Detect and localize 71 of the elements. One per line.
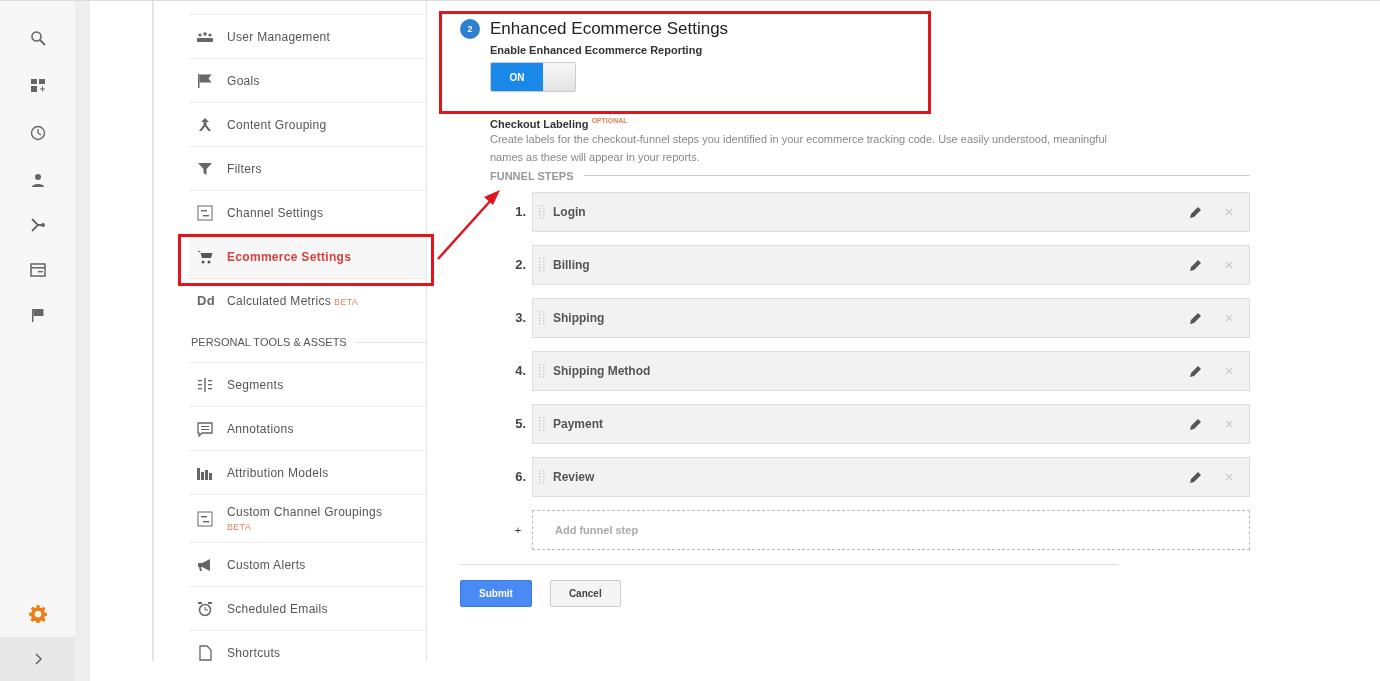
settings-icon[interactable] [28,605,47,623]
nav-item[interactable]: Channel Settings [189,190,426,234]
step-number: 2 [460,19,480,39]
pencil-icon[interactable] [1189,257,1203,272]
nav-item[interactable]: Custom Channel Groupings BETA [189,494,426,542]
flag-icon[interactable] [29,307,46,323]
dashboard-add-icon[interactable] [29,78,46,94]
cart-icon [197,248,213,265]
section-title: Enhanced Ecommerce Settings [490,19,729,39]
step-index: 6. [514,469,526,485]
nav-item[interactable]: Segments [189,362,426,406]
nav-item[interactable]: Scheduled Emails [189,586,426,630]
comment-icon [197,420,213,437]
nav-item[interactable]: Shortcuts [189,630,426,674]
nav-item[interactable]: Goals [189,58,426,102]
nav-item[interactable]: Annotations [189,406,426,450]
pencil-icon[interactable] [1189,363,1203,378]
step-index: 5. [514,416,526,432]
person-icon[interactable] [29,171,46,188]
funnel-step[interactable]: Review [532,456,1250,497]
annotation-arrow [436,189,502,261]
toggle-label: Enable Enhanced Ecommerce Reporting [490,44,704,56]
field-title: Checkout Labeling $^{OPTIONAL}$ [490,117,629,130]
funnel-step[interactable]: Shipping [532,297,1250,338]
funnel-heading: FUNNEL STEPS [490,169,574,182]
toggle-switch[interactable]: ON [490,62,576,92]
drag-handle-icon[interactable] [539,363,545,378]
funnel-step[interactable]: Payment [532,403,1250,444]
drag-handle-icon[interactable] [539,204,545,219]
flag-icon [197,72,213,89]
merge-arrow-icon [197,116,213,133]
drag-handle-icon[interactable] [539,469,545,484]
sliders-icon [197,204,213,221]
dd-icon: Dd [197,293,213,308]
nav-item[interactable]: Dd Calculated Metrics BETA [189,278,426,322]
funnel-step[interactable]: Shipping Method [532,350,1250,391]
document-icon [197,644,213,661]
pencil-icon[interactable] [1189,204,1203,219]
nav-item[interactable]: Custom Alerts [189,542,426,586]
search-icon[interactable] [29,30,46,46]
cancel-button[interactable]: Cancel [549,579,621,607]
nav-item[interactable]: Content Grouping [189,102,426,146]
section-heading: PERSONAL TOOLS & ASSETS [191,336,347,348]
step-index: 4. [514,363,526,379]
step-index: 3. [514,310,526,326]
pencil-icon[interactable] [1189,469,1203,484]
step-index: 2. [514,257,526,273]
description: Create labels for the checkout-funnel steps you identified in your ecommerce tracking code. Use easily understood, meaningful names as these will appear in your reports. [490,131,1108,165]
plus-icon: + [510,523,526,536]
pencil-icon[interactable] [1189,416,1203,431]
add-step-field[interactable]: Add funnel step [532,509,1250,550]
sliders-icon [197,510,213,527]
alarm-clock-icon [197,600,213,617]
megaphone-icon [197,556,213,573]
branch-icon[interactable] [29,216,46,233]
pencil-icon[interactable] [1189,310,1203,325]
step-index: 1. [514,204,526,220]
chevron-right-icon[interactable] [32,653,43,665]
nav-item[interactable]: Attribution Models [189,450,426,494]
drag-handle-icon[interactable] [539,257,545,272]
window-icon[interactable] [29,262,46,278]
funnel-step[interactable]: Login [532,191,1250,232]
nav-item[interactable]: Ecommerce Settings [189,234,426,278]
clock-icon[interactable] [29,125,46,141]
filter-icon [197,160,213,177]
columns-icon [197,376,213,393]
drag-handle-icon[interactable] [539,416,545,431]
funnel-step[interactable]: Billing [532,244,1250,285]
nav-item[interactable]: Filters [189,146,426,190]
drag-handle-icon[interactable] [539,310,545,325]
nav-item[interactable]: User Management [189,14,426,58]
